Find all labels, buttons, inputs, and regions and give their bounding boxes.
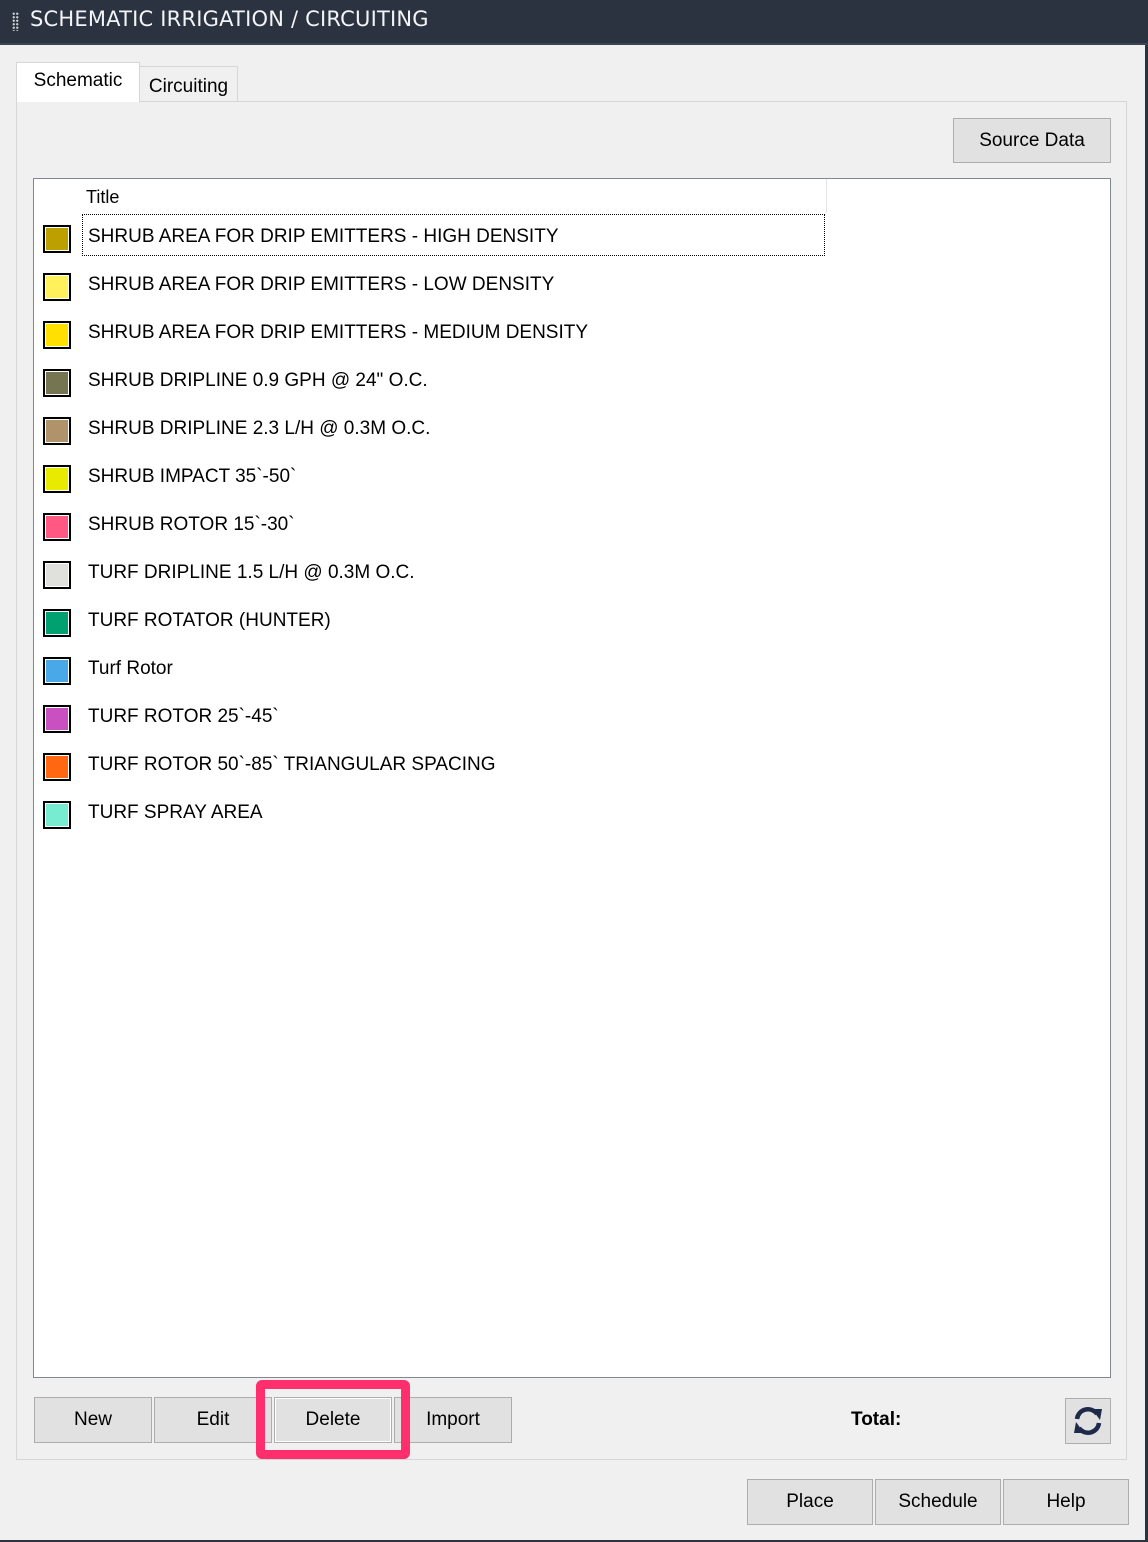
source-data-button[interactable]: Source Data (953, 118, 1111, 163)
list-item-label: SHRUB DRIPLINE 2.3 L/H @ 0.3M O.C. (88, 418, 431, 439)
list-item-label: SHRUB AREA FOR DRIP EMITTERS - LOW DENSI… (88, 274, 555, 295)
color-swatch (43, 609, 71, 637)
color-swatch (43, 513, 71, 541)
list-item[interactable]: TURF ROTATOR (HUNTER) (34, 601, 1110, 649)
list-item[interactable]: SHRUB AREA FOR DRIP EMITTERS - MEDIUM DE… (34, 313, 1110, 361)
column-header-title[interactable]: Title (79, 179, 827, 212)
list-item-label: SHRUB ROTOR 15`-30` (88, 514, 295, 535)
help-button-label: Help (1046, 1491, 1086, 1512)
color-swatch (43, 657, 71, 685)
delete-button-label: Delete (305, 1409, 361, 1430)
list-item-label: TURF SPRAY AREA (88, 802, 263, 823)
import-button[interactable]: Import (394, 1397, 512, 1443)
color-swatch (43, 321, 71, 349)
list-item-label: TURF ROTOR 25`-45` (88, 706, 279, 727)
tab-schematic[interactable]: Schematic (16, 62, 140, 102)
tab-schematic-label: Schematic (33, 69, 123, 91)
new-button-label: New (73, 1409, 112, 1430)
list-item[interactable]: SHRUB DRIPLINE 0.9 GPH @ 24" O.C. (34, 361, 1110, 409)
column-header-title-label: Title (86, 187, 120, 207)
list-item[interactable]: SHRUB AREA FOR DRIP EMITTERS - HIGH DENS… (34, 214, 1110, 265)
list-item-label: Turf Rotor (88, 658, 173, 679)
refresh-icon (1074, 1406, 1102, 1436)
color-swatch (43, 705, 71, 733)
color-swatch (43, 753, 71, 781)
tab-circuiting-label: Circuiting (148, 75, 229, 97)
list-item-label: SHRUB AREA FOR DRIP EMITTERS - MEDIUM DE… (88, 322, 589, 343)
delete-button[interactable]: Delete (274, 1397, 392, 1443)
import-button-label: Import (426, 1409, 480, 1430)
list-item[interactable]: SHRUB DRIPLINE 2.3 L/H @ 0.3M O.C. (34, 409, 1110, 457)
place-button[interactable]: Place (747, 1479, 873, 1525)
source-data-label: Source Data (979, 129, 1085, 151)
list-item[interactable]: TURF DRIPLINE 1.5 L/H @ 0.3M O.C. (34, 553, 1110, 601)
color-swatch (43, 417, 71, 445)
refresh-button[interactable] (1065, 1398, 1111, 1444)
help-button[interactable]: Help (1003, 1479, 1129, 1525)
schedule-button-label: Schedule (898, 1491, 978, 1512)
edit-button[interactable]: Edit (154, 1397, 272, 1443)
list-item[interactable]: TURF ROTOR 25`-45` (34, 697, 1110, 745)
color-swatch (43, 801, 71, 829)
window-title: SCHEMATIC IRRIGATION / CIRCUITING (30, 7, 429, 31)
list-item[interactable]: TURF ROTOR 50`-85` TRIANGULAR SPACING (34, 745, 1110, 793)
list-item[interactable]: SHRUB AREA FOR DRIP EMITTERS - LOW DENSI… (34, 265, 1110, 313)
color-swatch (43, 465, 71, 493)
place-button-label: Place (786, 1491, 834, 1512)
color-swatch (43, 561, 71, 589)
color-swatch (43, 369, 71, 397)
color-swatch (43, 225, 71, 253)
tab-circuiting[interactable]: Circuiting (139, 66, 238, 102)
schedule-button[interactable]: Schedule (875, 1479, 1001, 1525)
list-item-label: SHRUB IMPACT 35`-50` (88, 466, 297, 487)
list-item-label: TURF ROTOR 50`-85` TRIANGULAR SPACING (88, 754, 496, 775)
edit-button-label: Edit (196, 1409, 230, 1430)
title-bar[interactable]: SCHEMATIC IRRIGATION / CIRCUITING (0, 0, 1148, 45)
total-label: Total: (851, 1409, 902, 1430)
list-item-label: SHRUB DRIPLINE 0.9 GPH @ 24" O.C. (88, 370, 428, 391)
list-item-label: TURF DRIPLINE 1.5 L/H @ 0.3M O.C. (88, 562, 415, 583)
list-item[interactable]: SHRUB ROTOR 15`-30` (34, 505, 1110, 553)
list-item[interactable]: TURF SPRAY AREA (34, 793, 1110, 841)
list-item[interactable]: SHRUB IMPACT 35`-50` (34, 457, 1110, 505)
list-item[interactable]: Turf Rotor (34, 649, 1110, 697)
color-swatch (43, 273, 71, 301)
schematic-list[interactable]: Title SHRUB AREA FOR DRIP EMITTERS - HIG… (33, 178, 1111, 1378)
new-button[interactable]: New (34, 1397, 152, 1443)
list-item-label: TURF ROTATOR (HUNTER) (88, 610, 331, 631)
list-item-label: SHRUB AREA FOR DRIP EMITTERS - HIGH DENS… (88, 226, 559, 247)
drag-grip-icon[interactable] (12, 12, 19, 31)
